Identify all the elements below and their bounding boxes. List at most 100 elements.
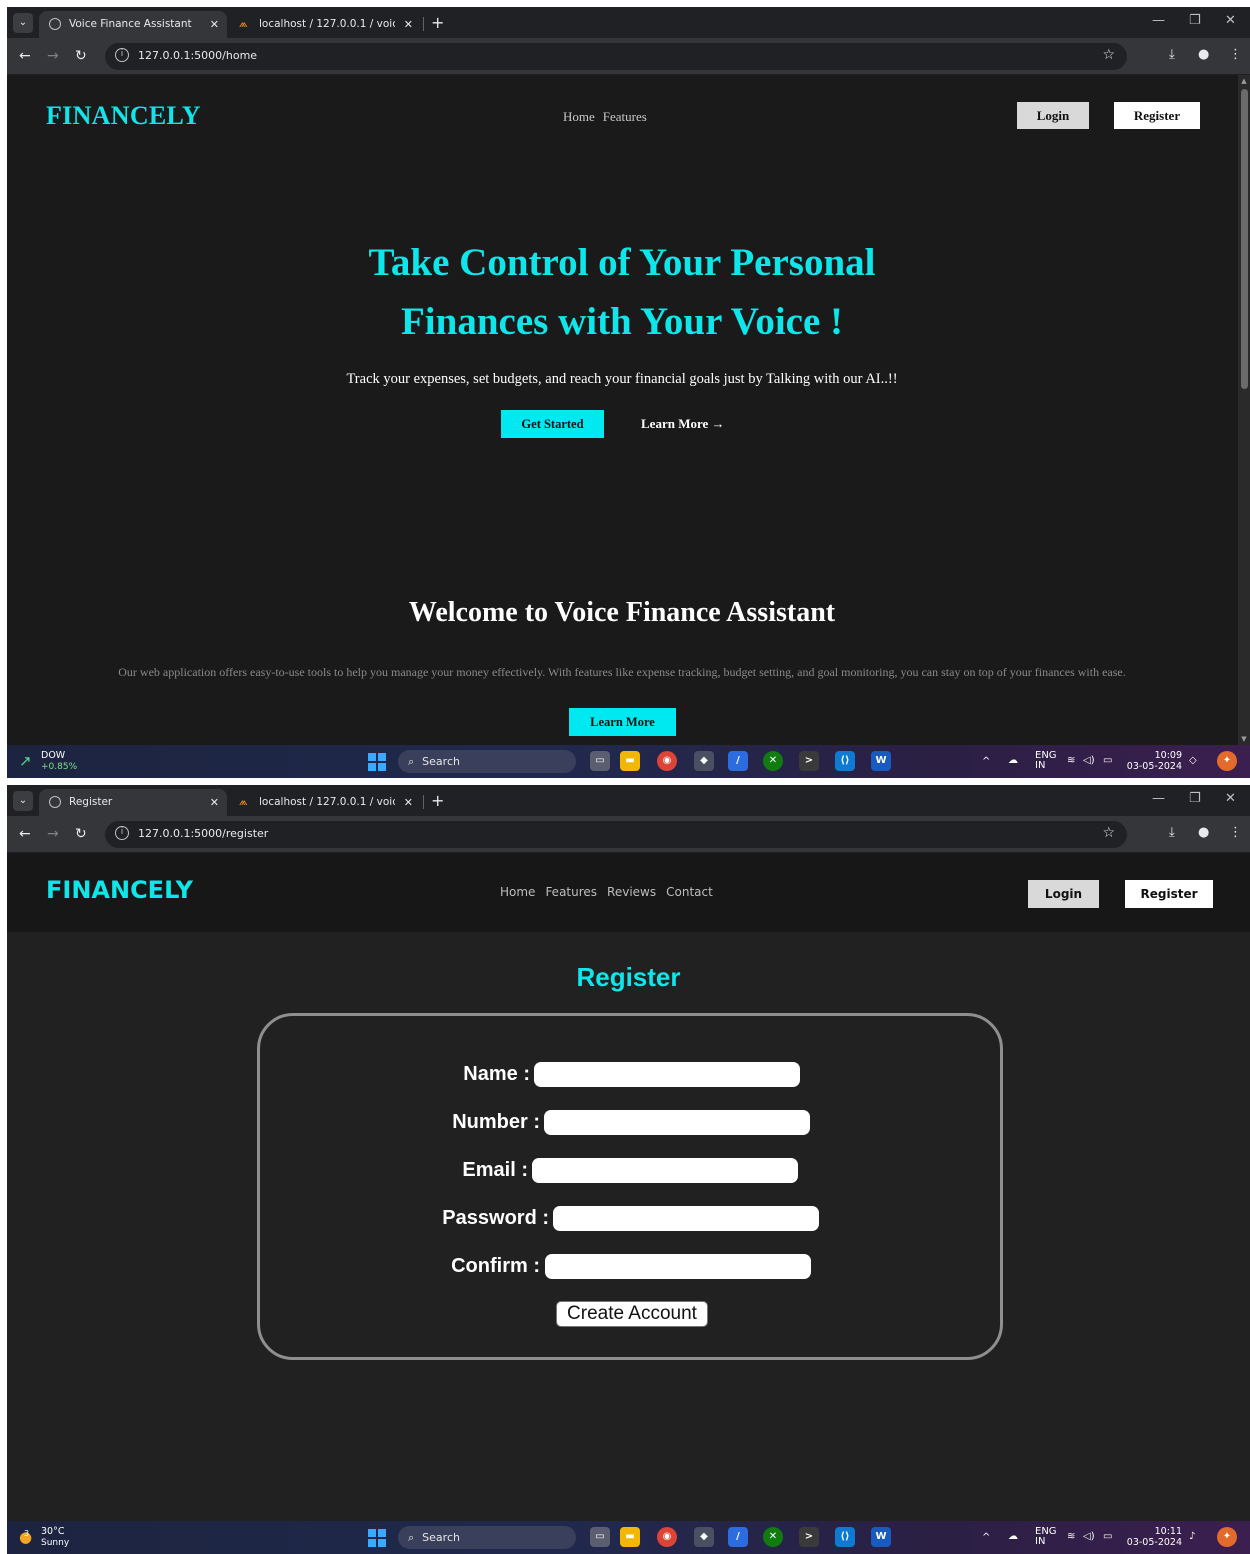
- download-icon[interactable]: ⤓: [1169, 825, 1175, 840]
- word-icon[interactable]: W: [871, 751, 891, 771]
- close-tab-icon[interactable]: ✕: [210, 789, 219, 816]
- password-field[interactable]: [553, 1206, 819, 1231]
- scroll-up-icon[interactable]: ▲: [1240, 77, 1248, 85]
- register-button[interactable]: Register: [1125, 880, 1213, 908]
- tab-voice-finance-assistant[interactable]: Voice Finance Assistant ✕: [39, 11, 227, 38]
- back-icon[interactable]: ←: [19, 825, 31, 843]
- copilot-icon[interactable]: ✦: [1217, 751, 1237, 771]
- widget-title[interactable]: 30°C: [41, 1526, 64, 1537]
- task-view-icon[interactable]: ▭: [590, 751, 610, 771]
- brand-logo[interactable]: FINANCELY: [46, 876, 193, 904]
- taskbar-search[interactable]: ⌕ Search: [398, 750, 576, 773]
- restore-icon[interactable]: ❐: [1189, 791, 1201, 806]
- email-field[interactable]: [532, 1158, 798, 1183]
- wifi-icon[interactable]: ≋: [1067, 1532, 1075, 1542]
- page-scrollbar[interactable]: ▲ ▼: [1238, 75, 1250, 745]
- wifi-icon[interactable]: ≋: [1067, 756, 1075, 766]
- login-button[interactable]: Login: [1028, 880, 1099, 908]
- cloud-icon[interactable]: ☁: [1008, 1532, 1018, 1542]
- volume-icon[interactable]: ◁): [1083, 1532, 1095, 1542]
- language-indicator[interactable]: ENG IN: [1035, 751, 1057, 771]
- terminal-icon[interactable]: >: [799, 1527, 819, 1547]
- windows-start-icon[interactable]: [368, 1529, 386, 1547]
- vscode-icon[interactable]: ⟨⟩: [835, 751, 855, 771]
- register-button[interactable]: Register: [1114, 102, 1200, 129]
- nav-features[interactable]: Features: [603, 109, 647, 124]
- nav-contact[interactable]: Contact: [666, 885, 713, 899]
- scroll-down-icon[interactable]: ▼: [1240, 735, 1248, 743]
- tab-phpmyadmin[interactable]: ⩕ localhost / 127.0.0.1 / voice_fin ✕: [229, 11, 421, 38]
- profile-icon[interactable]: ●: [1198, 825, 1209, 840]
- close-window-icon[interactable]: ✕: [1225, 13, 1236, 28]
- widget-title[interactable]: DOW: [41, 750, 65, 761]
- windows-start-icon[interactable]: [368, 753, 386, 771]
- star-icon[interactable]: ☆: [1102, 47, 1115, 63]
- close-window-icon[interactable]: ✕: [1225, 791, 1236, 806]
- tab-phpmyadmin[interactable]: ⩕ localhost / 127.0.0.1 / voice_fin ✕: [229, 789, 421, 816]
- chrome-icon[interactable]: ◉: [657, 1527, 677, 1547]
- nav-home[interactable]: Home: [500, 885, 535, 899]
- app-icon[interactable]: ◆: [694, 751, 714, 771]
- login-button[interactable]: Login: [1017, 102, 1089, 129]
- clock[interactable]: 10:11 03-05-2024: [1112, 1526, 1182, 1548]
- tab-register[interactable]: Register ✕: [39, 789, 227, 816]
- tab-search-button[interactable]: ⌄: [13, 791, 33, 811]
- clock[interactable]: 10:09 03-05-2024: [1112, 750, 1182, 772]
- reload-icon[interactable]: ↻: [75, 825, 87, 843]
- editor-app-icon[interactable]: /: [728, 751, 748, 771]
- profile-icon[interactable]: ●: [1198, 47, 1209, 62]
- create-account-button[interactable]: Create Account: [556, 1301, 708, 1327]
- back-icon[interactable]: ←: [19, 47, 31, 65]
- forward-icon[interactable]: →: [47, 47, 59, 65]
- minimize-icon[interactable]: —: [1152, 13, 1165, 28]
- vscode-icon[interactable]: ⟨⟩: [835, 1527, 855, 1547]
- task-view-icon[interactable]: ▭: [590, 1527, 610, 1547]
- copilot-icon[interactable]: ✦: [1217, 1527, 1237, 1547]
- info-icon[interactable]: i: [115, 826, 129, 840]
- kebab-menu-icon[interactable]: ⋮: [1229, 825, 1242, 840]
- download-icon[interactable]: ⤓: [1169, 47, 1175, 62]
- number-field[interactable]: [544, 1110, 810, 1135]
- nav-reviews[interactable]: Reviews: [607, 885, 656, 899]
- restore-icon[interactable]: ❐: [1189, 13, 1201, 28]
- kebab-menu-icon[interactable]: ⋮: [1229, 47, 1242, 62]
- reload-icon[interactable]: ↻: [75, 47, 87, 65]
- close-tab-icon[interactable]: ✕: [404, 789, 413, 816]
- star-icon[interactable]: ☆: [1102, 825, 1115, 841]
- app-icon[interactable]: ◆: [694, 1527, 714, 1547]
- minimize-icon[interactable]: —: [1152, 791, 1165, 806]
- editor-app-icon[interactable]: /: [728, 1527, 748, 1547]
- new-tab-button[interactable]: +: [431, 11, 444, 35]
- terminal-icon[interactable]: >: [799, 751, 819, 771]
- volume-icon[interactable]: ◁): [1083, 756, 1095, 766]
- file-explorer-icon[interactable]: ▬: [620, 751, 640, 771]
- new-tab-button[interactable]: +: [431, 789, 444, 813]
- notification-bell-icon[interactable]: ♪: [1189, 1532, 1195, 1542]
- forward-icon[interactable]: →: [47, 825, 59, 843]
- scrollbar-thumb[interactable]: [1241, 89, 1248, 389]
- learn-more-button[interactable]: Learn More: [569, 708, 676, 736]
- tab-search-button[interactable]: ⌄: [13, 13, 33, 33]
- file-explorer-icon[interactable]: ▬: [620, 1527, 640, 1547]
- confirm-password-field[interactable]: [545, 1254, 811, 1279]
- nav-features[interactable]: Features: [545, 885, 597, 899]
- learn-more-link[interactable]: Learn More →: [641, 416, 725, 432]
- xbox-icon[interactable]: ✕: [763, 1527, 783, 1547]
- cloud-icon[interactable]: ☁: [1008, 756, 1018, 766]
- word-icon[interactable]: W: [871, 1527, 891, 1547]
- name-field[interactable]: [534, 1062, 800, 1087]
- language-indicator[interactable]: ENG IN: [1035, 1527, 1057, 1547]
- brand-logo[interactable]: FINANCELY: [46, 101, 201, 131]
- close-tab-icon[interactable]: ✕: [404, 11, 413, 38]
- notification-icon[interactable]: ◇: [1189, 756, 1197, 766]
- nav-home[interactable]: Home: [563, 109, 595, 124]
- get-started-button[interactable]: Get Started: [501, 410, 604, 438]
- chevron-up-icon[interactable]: ^: [982, 757, 990, 767]
- chrome-icon[interactable]: ◉: [657, 751, 677, 771]
- chevron-up-icon[interactable]: ^: [982, 1533, 990, 1543]
- address-bar[interactable]: i 127.0.0.1:5000/register ☆: [105, 821, 1127, 848]
- address-bar[interactable]: i 127.0.0.1:5000/home ☆: [105, 43, 1127, 70]
- xbox-icon[interactable]: ✕: [763, 751, 783, 771]
- close-tab-icon[interactable]: ✕: [210, 11, 219, 38]
- taskbar-search[interactable]: ⌕ Search: [398, 1526, 576, 1549]
